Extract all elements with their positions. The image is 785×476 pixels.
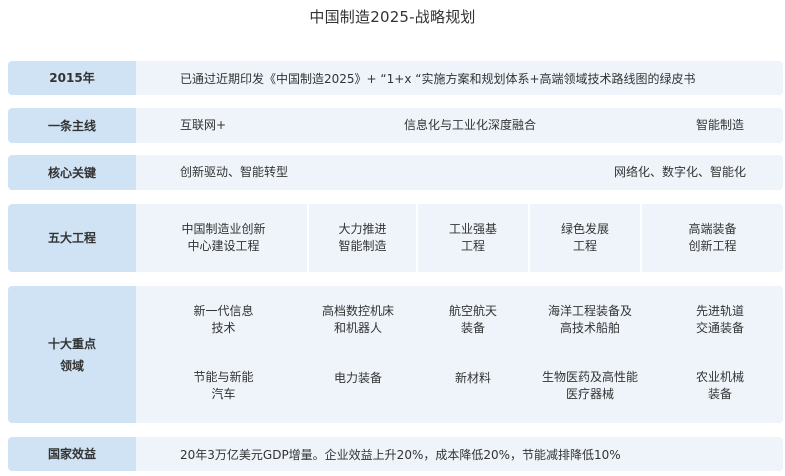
row-text-national-benefit: 20年3万亿美元GDP增量。企业效益上升20%，成本降低20%，节能减排降低10…: [180, 447, 621, 462]
project-item: 高端装备 创新工程: [688, 222, 737, 253]
field-item: 电力装备: [333, 370, 382, 385]
main-line-item: 信息化与工业化深度融合: [403, 118, 536, 132]
project-item: 大力推进 智能制造: [338, 222, 387, 253]
row-five-projects: 五大工程 中国制造业创新 中心建设工程 大力推进 智能制造 工业强基 工程 绿色…: [8, 204, 783, 272]
core-key-item: 创新驱动、智能转型: [180, 165, 289, 179]
row-2015: 2015年 已通过近期印发《中国制造2025》+ “1+x “实施方案和规划体系…: [8, 61, 783, 95]
row-core-key: 核心关键 创新驱动、智能转型 网络化、数字化、智能化: [8, 155, 783, 190]
field-item: 先进轨道 交通装备: [695, 304, 744, 335]
row-label-national-benefit: 国家效益: [8, 437, 136, 471]
main-line-item: 智能制造: [695, 118, 744, 132]
row-label-five-projects: 五大工程: [8, 204, 136, 272]
main-line-item: 互联网+: [180, 118, 227, 132]
row-national-benefit: 国家效益 20年3万亿美元GDP增量。企业效益上升20%，成本降低20%，节能减…: [8, 437, 783, 471]
field-item: 新材料: [454, 370, 491, 385]
field-item: 航空航天 装备: [448, 304, 497, 335]
row-main-line: 一条主线 互联网+ 信息化与工业化深度融合 智能制造: [8, 108, 783, 143]
field-item: 节能与新能 汽车: [193, 370, 254, 401]
row-text-2015: 已通过近期印发《中国制造2025》+ “1+x “实施方案和规划体系+高端领域技…: [180, 71, 696, 86]
row-label-main-line: 一条主线: [8, 108, 136, 143]
field-item: 新一代信息 技术: [193, 304, 254, 335]
field-item: 高档数控机床 和机器人: [321, 304, 394, 335]
field-item: 海洋工程装备及 高技术船舶: [547, 304, 632, 335]
core-key-item: 网络化、数字化、智能化: [613, 165, 746, 179]
project-item: 工业强基 工程: [448, 222, 497, 253]
project-item: 中国制造业创新 中心建设工程: [181, 222, 266, 253]
row-ten-fields: 十大重点 领域 新一代信息 技术 高档数控机床 和机器人 航空航天 装备 海洋工…: [8, 286, 783, 423]
field-item: 农业机械 装备: [695, 370, 744, 401]
project-item: 绿色发展 工程: [560, 222, 609, 253]
row-label-core-key: 核心关键: [8, 155, 136, 190]
field-item: 生物医药及高性能 医疗器械: [541, 370, 638, 401]
page-title: 中国制造2025-战略规划: [309, 8, 476, 26]
row-label-2015: 2015年: [8, 61, 136, 95]
row-label-ten-fields: 十大重点 领域: [8, 286, 136, 423]
